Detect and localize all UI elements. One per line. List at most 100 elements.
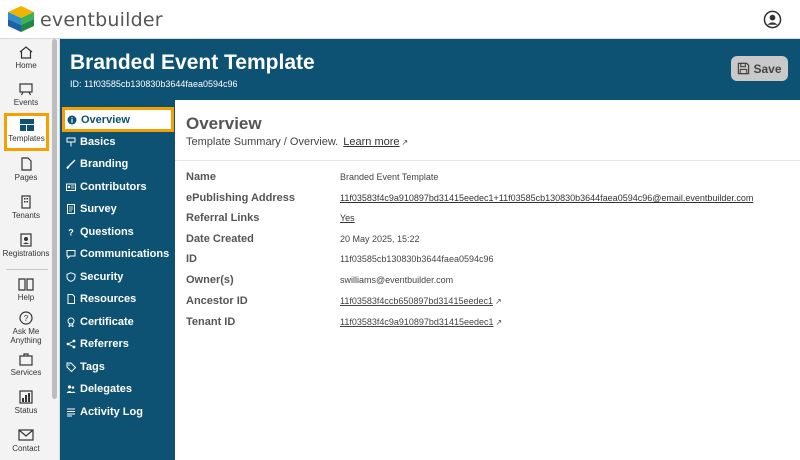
section-item-certificate[interactable]: Certificate (66, 311, 172, 333)
field-row-id: ID 11f03585cb130830b3644faea0594c96 (186, 253, 796, 269)
rail-label-events: Events (13, 98, 39, 107)
field-label: Referral Links (186, 212, 260, 224)
floppy-disk-icon (738, 62, 750, 75)
section-item-activity-log[interactable]: Activity Log (66, 401, 172, 423)
rail-label-templates: Templates (8, 134, 45, 143)
envelope-icon (18, 429, 34, 441)
rail-label-status: Status (14, 406, 38, 415)
field-label: Tenant ID (186, 316, 236, 328)
rail-item-tenants[interactable]: Tenants (0, 195, 52, 220)
eventbuilder-logo-icon[interactable] (6, 4, 36, 34)
section-item-tags[interactable]: Tags (66, 356, 172, 378)
external-link-icon: ↗ (495, 318, 503, 327)
page-title: Branded Event Template (70, 51, 315, 74)
rail-item-contact[interactable]: Contact (0, 428, 52, 453)
save-button[interactable]: Save (731, 56, 788, 81)
rail-item-help[interactable]: Help (0, 277, 52, 302)
id-badge-icon (20, 233, 32, 247)
rail-label-tenants: Tenants (11, 211, 41, 220)
field-row-ancestor-id: Ancestor ID 11f03583f4ccb650897bd31415ee… (186, 295, 796, 311)
sign-icon (66, 137, 76, 147)
rail-item-registrations[interactable]: Registrations (0, 233, 52, 258)
page-icon (21, 157, 32, 171)
section-item-questions[interactable]: ? Questions (66, 221, 172, 243)
page-header: Branded Event Template ID: 11f03585cb130… (60, 39, 800, 100)
divider (175, 160, 800, 161)
rail-label-pages: Pages (14, 173, 38, 182)
field-row-owners: Owner(s) swilliams@eventbuilder.com (186, 274, 796, 290)
rail-item-ask-me-anything[interactable]: ? Ask Me Anything (0, 311, 52, 345)
rail-label-home: Home (15, 61, 37, 70)
rail-label-ask-me-anything: Ask Me Anything (10, 327, 42, 345)
rail-divider (6, 269, 48, 270)
templates-icon (19, 119, 34, 131)
rail-item-status[interactable]: Status (0, 390, 52, 415)
field-row-tenant-id: Tenant ID 11f03583f4c9a910897bd31415eede… (186, 316, 796, 332)
field-label: ePublishing Address (186, 192, 296, 204)
user-account-icon[interactable] (763, 10, 782, 29)
section-label-basics: Basics (80, 136, 116, 148)
section-item-delegates[interactable]: Delegates (66, 378, 172, 400)
people-icon (66, 385, 76, 393)
rail-label-services: Services (10, 368, 42, 377)
question-icon: ? (68, 228, 74, 238)
tenant-id-link[interactable]: 11f03583f4c9a910897bd31415eedec1 (340, 317, 493, 327)
field-row-date-created: Date Created 20 May 2025, 15:22 (186, 233, 796, 249)
info-icon (67, 115, 77, 124)
section-item-contributors[interactable]: Contributors (66, 176, 172, 198)
section-item-referrers[interactable]: Referrers (66, 333, 172, 355)
left-nav-rail: Home Events Templates Pages Tenants Regi… (0, 39, 60, 460)
section-item-resources[interactable]: Resources (66, 288, 172, 310)
section-item-branding[interactable]: Branding (66, 153, 172, 175)
rail-item-events[interactable]: Events (0, 82, 52, 107)
section-label-activity-log: Activity Log (80, 406, 143, 418)
section-label-survey: Survey (80, 203, 117, 215)
overview-subtitle-text: Template Summary / Overview. (186, 136, 339, 148)
external-link-icon: ↗ (494, 297, 502, 306)
section-label-overview: Overview (81, 113, 130, 126)
rail-scrollbar[interactable] (52, 39, 57, 399)
field-row-epublishing-address: ePublishing Address 11f03583f4c9a910897b… (186, 192, 796, 208)
section-label-contributors: Contributors (80, 181, 147, 193)
overview-title: Overview (186, 114, 262, 133)
bar-chart-icon (19, 390, 33, 404)
rail-item-templates[interactable]: Templates (4, 113, 49, 151)
rail-label-help: Help (17, 293, 35, 302)
briefcase-icon (19, 353, 33, 366)
external-link-icon: ↗ (401, 138, 409, 147)
rail-item-home[interactable]: Home (0, 45, 52, 70)
field-label: Owner(s) (186, 274, 234, 286)
section-nav: Overview Basics Branding Contributors Su… (60, 100, 175, 460)
section-label-tags: Tags (80, 361, 105, 373)
home-icon (19, 46, 33, 59)
section-item-survey[interactable]: Survey (66, 198, 172, 220)
section-label-questions: Questions (80, 226, 134, 238)
top-bar: eventbuilder (0, 0, 800, 39)
section-label-communications: Communications (80, 248, 170, 260)
section-label-resources: Resources (80, 293, 137, 305)
referral-links-link[interactable]: Yes (340, 213, 355, 223)
section-label-certificate: Certificate (80, 316, 134, 328)
field-label: Name (186, 171, 216, 183)
section-item-overview[interactable]: Overview (62, 107, 174, 132)
section-label-referrers: Referrers (80, 338, 129, 350)
overview-panel: Overview Template Summary / Overview. Le… (175, 100, 800, 460)
question-circle-icon: ? (19, 311, 33, 325)
rail-label-contact: Contact (12, 444, 40, 453)
id-card-icon (66, 183, 76, 191)
rail-item-services[interactable]: Services (0, 352, 52, 377)
epublishing-address-link[interactable]: 11f03583f4c9a910897bd31415eedec1+11f0358… (340, 193, 753, 203)
rail-item-pages[interactable]: Pages (0, 157, 52, 182)
section-item-basics[interactable]: Basics (66, 131, 172, 153)
ancestor-id-link[interactable]: 11f03583f4ccb650897bd31415eedec1 (340, 296, 493, 306)
section-label-delegates: Delegates (80, 383, 132, 395)
learn-more-link[interactable]: Learn more (343, 136, 399, 148)
book-icon (18, 278, 34, 291)
section-item-security[interactable]: Security (66, 266, 172, 288)
section-label-security: Security (80, 271, 124, 283)
list-icon (67, 408, 75, 417)
section-item-communications[interactable]: Communications (66, 243, 172, 265)
brush-icon (66, 159, 76, 169)
template-id-text: ID: 11f03585cb130830b3644faea0594c96 (70, 79, 238, 89)
overview-subtitle: Template Summary / Overview. Learn more ↗ (186, 136, 408, 148)
